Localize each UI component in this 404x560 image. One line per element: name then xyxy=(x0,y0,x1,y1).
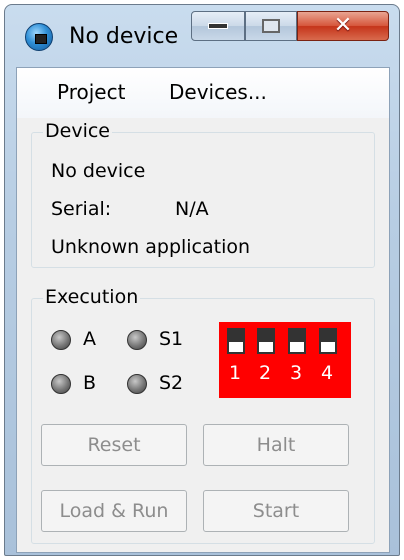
maximize-icon xyxy=(262,19,280,33)
minimize-icon xyxy=(208,23,228,29)
app-icon[interactable] xyxy=(25,23,53,51)
load-run-button[interactable]: Load & Run xyxy=(41,490,187,532)
main-window: No device ✕ Project Devices... Device No… xyxy=(4,4,400,556)
device-status: No device xyxy=(51,160,146,182)
dip-switch-3-label: 3 xyxy=(290,362,303,384)
reset-button[interactable]: Reset xyxy=(41,424,187,466)
dip-switch-1[interactable] xyxy=(227,328,245,354)
dip-switch-4-label: 4 xyxy=(321,362,334,384)
client-area: Project Devices... Device No device Seri… xyxy=(16,67,390,553)
halt-button[interactable]: Halt xyxy=(203,424,349,466)
indicator-s1-led xyxy=(127,330,147,350)
menu-project[interactable]: Project xyxy=(57,80,125,104)
serial-value: N/A xyxy=(175,198,209,220)
device-group-title: Device xyxy=(43,120,112,142)
menu-devices[interactable]: Devices... xyxy=(169,80,267,104)
close-button[interactable]: ✕ xyxy=(297,11,389,41)
dip-switch-2-label: 2 xyxy=(259,362,272,384)
indicator-s1-label: S1 xyxy=(159,328,184,350)
start-button[interactable]: Start xyxy=(203,490,349,532)
window-title: No device xyxy=(69,24,179,49)
dip-switch-block: 1 2 3 4 xyxy=(219,322,351,398)
serial-label: Serial: xyxy=(51,198,112,220)
indicator-b-led xyxy=(51,374,71,394)
dip-switch-3[interactable] xyxy=(288,328,306,354)
title-bar[interactable]: No device ✕ xyxy=(5,5,399,65)
execution-group-title: Execution xyxy=(43,286,141,308)
minimize-button[interactable] xyxy=(191,11,245,41)
dip-switch-1-label: 1 xyxy=(229,362,242,384)
dip-switch-2[interactable] xyxy=(257,328,275,354)
maximize-button[interactable] xyxy=(245,11,297,41)
application-name: Unknown application xyxy=(51,236,251,258)
dip-switch-4[interactable] xyxy=(319,328,337,354)
indicator-s2-label: S2 xyxy=(159,372,184,394)
menu-bar: Project Devices... xyxy=(17,68,389,118)
indicator-a-led xyxy=(51,330,71,350)
indicator-b-label: B xyxy=(83,372,97,394)
indicator-a-label: A xyxy=(83,328,96,350)
close-icon: ✕ xyxy=(333,13,353,38)
indicator-s2-led xyxy=(127,374,147,394)
